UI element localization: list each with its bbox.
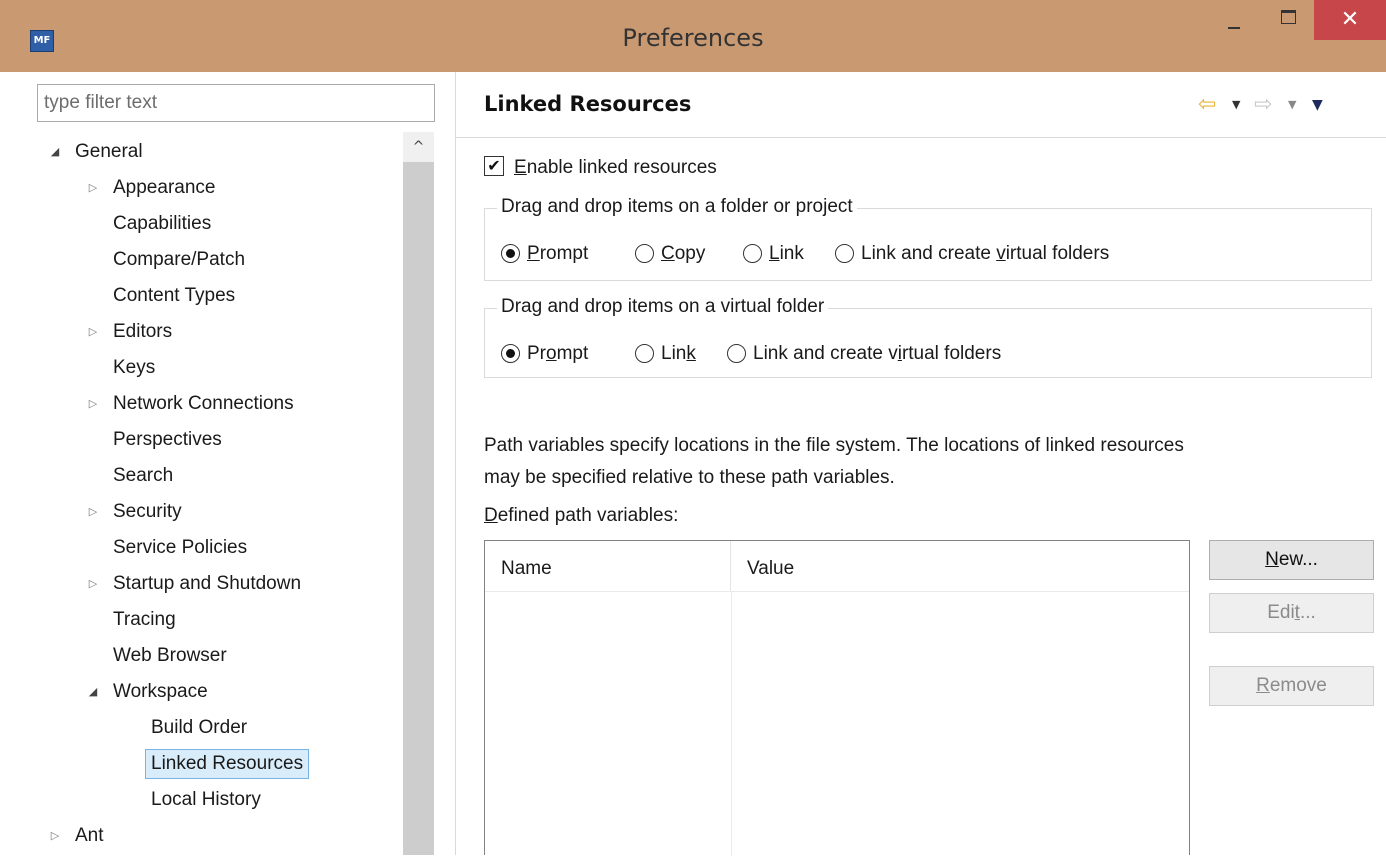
view-menu-icon[interactable]: ▼ — [1312, 94, 1334, 116]
tree-item-build-order[interactable]: Build Order — [0, 713, 400, 743]
remove-button[interactable]: Remove — [1209, 666, 1374, 706]
scroll-thumb[interactable] — [403, 162, 434, 855]
tree-item-label: Local History — [151, 789, 261, 810]
tree-item-keys[interactable]: Keys — [0, 353, 400, 383]
tree-item-perspectives[interactable]: Perspectives — [0, 425, 400, 455]
collapsed-arrow-icon[interactable]: ▷ — [48, 821, 62, 851]
radio-label: Link — [769, 243, 804, 264]
tree-item-label: Web Browser — [113, 645, 227, 666]
tree-item-capabilities[interactable]: Capabilities — [0, 209, 400, 239]
tree-scrollbar[interactable]: ^ — [403, 132, 434, 855]
collapsed-arrow-icon[interactable]: ▷ — [86, 569, 100, 599]
tree-item-editors[interactable]: ▷ Editors — [0, 317, 400, 347]
virtual-drop-group-title: Drag and drop items on a virtual folder — [497, 295, 829, 319]
expanded-arrow-icon[interactable]: ◢ — [48, 137, 62, 167]
tree-item-web-browser[interactable]: Web Browser — [0, 641, 400, 671]
column-header-value[interactable]: Value — [731, 541, 1189, 591]
tree-item-label: Ant — [75, 825, 104, 846]
tree-item-service-policies[interactable]: Service Policies — [0, 533, 400, 563]
tree-item-search[interactable]: Search — [0, 461, 400, 491]
preference-page: Linked Resources ⇦ ▼ ⇨ ▼ ▼ ✔ Enable link… — [456, 72, 1386, 856]
radio-button[interactable] — [743, 244, 762, 263]
tree-item-label: Appearance — [113, 177, 216, 198]
window-title: Preferences — [622, 24, 764, 52]
back-arrow-icon[interactable]: ⇦ — [1198, 94, 1226, 116]
new-button[interactable]: New... — [1209, 540, 1374, 580]
page-header: Linked Resources ⇦ ▼ ⇨ ▼ ▼ — [456, 72, 1386, 138]
edit-button[interactable]: Edit... — [1209, 593, 1374, 633]
tree-item-label: Capabilities — [113, 213, 212, 234]
tree-item-startup-and-shutdown[interactable]: ▷ Startup and Shutdown — [0, 569, 400, 599]
tree-item-tracing[interactable]: Tracing — [0, 605, 400, 635]
folder-drop-group-title: Drag and drop items on a folder or proje… — [497, 195, 857, 219]
tree-item-label: Startup and Shutdown — [113, 573, 302, 594]
tree-item-network-connections[interactable]: ▷ Network Connections — [0, 389, 400, 419]
virtual-drop-group: Drag and drop items on a virtual folder … — [484, 295, 1372, 378]
tree-item-compare-patch[interactable]: Compare/Patch — [0, 245, 400, 275]
tree-item-general[interactable]: ◢ General — [0, 137, 400, 167]
radio-label: Link — [661, 343, 696, 364]
tree-item-label: Search — [113, 465, 174, 486]
checkbox-box[interactable]: ✔ — [484, 156, 504, 176]
radio-button[interactable] — [501, 344, 520, 363]
radio-label: Prompt — [527, 343, 589, 364]
page-title: Linked Resources — [484, 92, 692, 116]
tree-item-label: Keys — [113, 357, 156, 378]
tree-item-label: Workspace — [113, 681, 208, 702]
title-bar: MF Preferences ✕ — [0, 0, 1386, 72]
collapsed-arrow-icon[interactable]: ▷ — [86, 389, 100, 419]
tree-item-workspace[interactable]: ◢ Workspace — [0, 677, 400, 707]
radio-button[interactable] — [835, 244, 854, 263]
radio-label: Link and create virtual folders — [753, 343, 1002, 364]
radio-label: Copy — [661, 243, 706, 264]
expanded-arrow-icon[interactable]: ◢ — [86, 677, 100, 707]
collapsed-arrow-icon[interactable]: ▷ — [86, 317, 100, 347]
tree-item-content-types[interactable]: Content Types — [0, 281, 400, 311]
tree-item-label: Compare/Patch — [113, 249, 246, 270]
forward-arrow-icon: ⇨ — [1254, 92, 1273, 117]
collapsed-arrow-icon[interactable]: ▷ — [86, 173, 100, 203]
radio-button[interactable] — [635, 244, 654, 263]
tree-item-ant[interactable]: ▷ Ant — [0, 821, 400, 851]
radio-button[interactable] — [635, 344, 654, 363]
collapsed-arrow-icon[interactable]: ▷ — [86, 497, 100, 527]
close-button[interactable]: ✕ — [1314, 0, 1386, 40]
radio-button[interactable] — [727, 344, 746, 363]
tree-item-label: Linked Resources — [145, 749, 310, 779]
back-dropdown-icon[interactable]: ▼ — [1232, 94, 1246, 116]
preferences-tree-pane: ◢ General ▷ Appearance Capabilities Compare/P… — [0, 72, 456, 855]
maximize-button[interactable] — [1262, 0, 1312, 40]
radio-label: Prompt — [527, 243, 589, 264]
tree-item-label: Build Order — [151, 717, 248, 738]
checkbox-label: Enable linked resources — [514, 157, 717, 178]
scroll-up-icon[interactable]: ^ — [403, 132, 434, 162]
radio-label: Link and create virtual folders — [861, 243, 1110, 264]
radio-button[interactable] — [501, 244, 520, 263]
column-header-name[interactable]: Name — [485, 541, 731, 591]
tree-item-label: Editors — [113, 321, 173, 342]
folder-drop-group: Drag and drop items on a folder or proje… — [484, 195, 1372, 281]
tree-item-label: Perspectives — [113, 429, 222, 450]
tree-item-label: Tracing — [113, 609, 176, 630]
path-variables-table[interactable]: Name Value — [484, 540, 1190, 856]
tree-item-label: Network Connections — [113, 393, 294, 414]
defined-path-variables-label: Defined path variables: — [484, 505, 679, 526]
tree-item-label: Service Policies — [113, 537, 248, 558]
tree-item-label: Content Types — [113, 285, 236, 306]
tree-item-appearance[interactable]: ▷ Appearance — [0, 173, 400, 203]
tree-item-linked-resources[interactable]: Linked Resources — [0, 749, 400, 779]
tree-item-local-history[interactable]: Local History — [0, 785, 400, 815]
minimize-button[interactable] — [1208, 0, 1258, 40]
forward-dropdown-icon: ▼ — [1288, 98, 1297, 111]
filter-input[interactable] — [37, 84, 435, 122]
path-variables-description: Path variables specify locations in the … — [484, 435, 1184, 488]
tree-item-label: Security — [113, 501, 182, 522]
tree-item-security[interactable]: ▷ Security — [0, 497, 400, 527]
tree-item-label: General — [75, 141, 143, 162]
